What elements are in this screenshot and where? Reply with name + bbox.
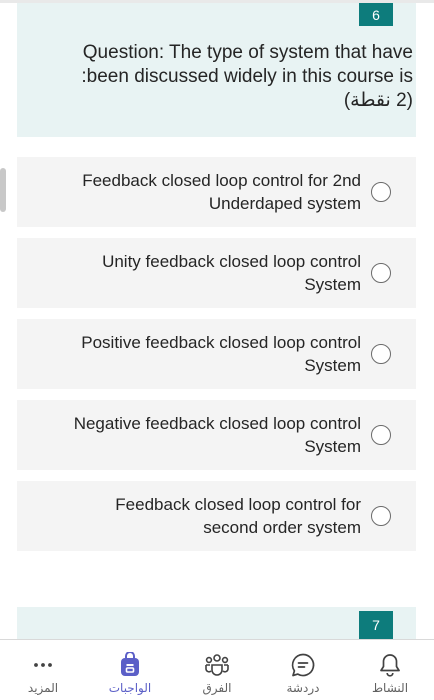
nav-teams[interactable]: الفرق (174, 640, 260, 700)
question-text: Question: The type of system that have :… (51, 41, 413, 113)
answer-option-label: Unity feedback closed loop control Syste… (102, 252, 361, 294)
nav-chat-label: دردشة (286, 681, 320, 695)
answer-option[interactable]: Feedback closed loop control for second … (17, 481, 416, 551)
question-points: (2 نقطة) (343, 90, 413, 111)
radio-button[interactable] (371, 182, 391, 202)
answer-option-label: Positive feedback closed loop control Sy… (81, 333, 361, 375)
nav-more[interactable]: المزيد (0, 640, 86, 700)
answer-option[interactable]: Positive feedback closed loop control Sy… (17, 319, 416, 389)
answer-option-label: Feedback closed loop control for 2nd Und… (82, 171, 361, 213)
question-prompt: Question: The type of system that have :… (81, 42, 413, 87)
bell-icon (377, 652, 403, 678)
question-card: Question: The type of system that have :… (17, 3, 416, 137)
chat-bubble-icon (290, 652, 316, 678)
nav-chat[interactable]: دردشة (260, 640, 346, 700)
teams-icon (204, 652, 230, 678)
answer-option[interactable]: Unity feedback closed loop control Syste… (17, 238, 416, 308)
answer-option-label: Negative feedback closed loop control Sy… (73, 414, 361, 456)
nav-more-label: المزيد (27, 681, 59, 695)
answer-option[interactable]: Negative feedback closed loop control Sy… (17, 400, 416, 470)
nav-activity[interactable]: النشاط (347, 640, 433, 700)
nav-activity-label: النشاط (371, 681, 409, 695)
assignments-bag-icon (117, 652, 143, 678)
nav-assignments[interactable]: الواجبات (87, 640, 173, 700)
radio-button[interactable] (371, 425, 391, 445)
question-number-badge: 6 (359, 3, 393, 26)
next-question-card (17, 607, 416, 639)
radio-button[interactable] (371, 506, 391, 526)
answer-option[interactable]: Feedback closed loop control for 2nd Und… (17, 157, 416, 227)
answer-option-label: Feedback closed loop control for second … (115, 495, 361, 537)
nav-teams-label: الفرق (202, 681, 232, 695)
radio-button[interactable] (371, 344, 391, 364)
bottom-navigation: المزيد الواجبات الفرق دردشة النشاط (0, 639, 434, 700)
next-question-number-badge: 7 (359, 611, 393, 639)
nav-assignments-label: الواجبات (108, 681, 152, 695)
scrollbar[interactable] (0, 168, 6, 212)
radio-button[interactable] (371, 263, 391, 283)
more-dots-icon (30, 652, 56, 678)
